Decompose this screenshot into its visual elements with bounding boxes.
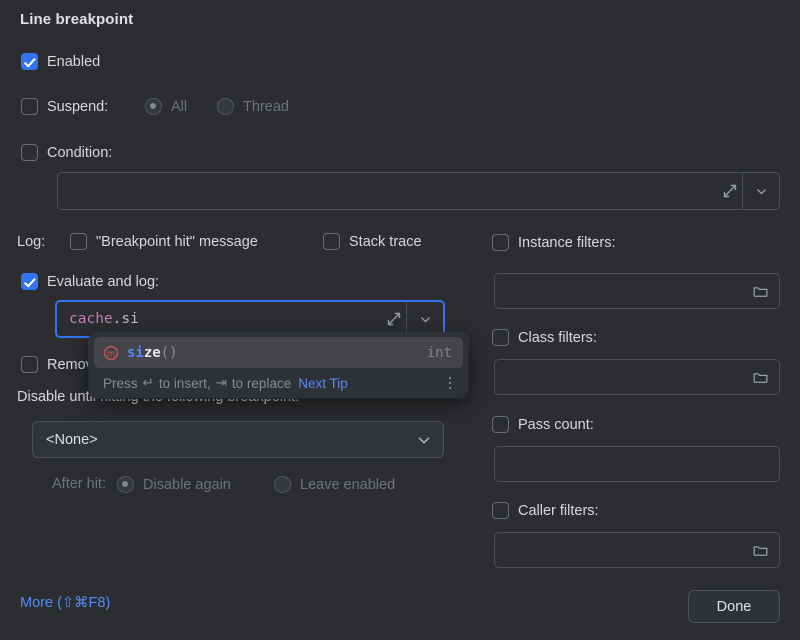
class-filters-checkbox[interactable] <box>492 329 509 346</box>
enabled-label: Enabled <box>47 54 100 70</box>
caller-filters-input[interactable] <box>494 532 780 568</box>
instance-filters-folder-icon[interactable] <box>750 281 770 301</box>
instance-filters-row[interactable]: Instance filters: <box>492 234 616 251</box>
done-button[interactable]: Done <box>688 590 780 623</box>
remove-once-hit-checkbox[interactable] <box>21 356 38 373</box>
instance-filters-input[interactable] <box>494 273 780 309</box>
condition-label: Condition: <box>47 145 112 161</box>
condition-input[interactable] <box>57 172 780 210</box>
pass-count-input[interactable] <box>494 446 780 482</box>
condition-row[interactable]: Condition: <box>21 144 112 161</box>
stack-trace-checkbox[interactable] <box>323 233 340 250</box>
suspend-checkbox[interactable] <box>21 98 38 115</box>
evaluate-and-log-label: Evaluate and log: <box>47 274 159 290</box>
expression-object-token: cache <box>69 311 113 327</box>
caller-filters-folder-icon[interactable] <box>750 540 770 560</box>
autocomplete-item-size[interactable]: m size () int <box>94 337 463 368</box>
expression-dropdown-chevron-down-icon[interactable] <box>406 302 443 336</box>
after-hit-label: After hit: <box>52 476 106 492</box>
breakpoint-hit-message-label: "Breakpoint hit" message <box>96 234 258 250</box>
autocomplete-match-prefix: si <box>127 345 144 361</box>
caller-filters-label: Caller filters: <box>518 503 599 519</box>
log-label: Log: <box>17 234 45 250</box>
instance-filters-label: Instance filters: <box>518 235 616 251</box>
pass-count-label: Pass count: <box>518 417 594 433</box>
breakpoint-settings-dialog: Line breakpoint Enabled Suspend: All Thr… <box>0 0 800 640</box>
stack-trace-label: Stack trace <box>349 234 422 250</box>
stack-trace-row[interactable]: Stack trace <box>323 233 422 250</box>
suspend-thread-radio-row[interactable]: Thread <box>217 98 289 115</box>
suspend-all-label: All <box>171 99 187 115</box>
autocomplete-replace-key-icon: ⇥ <box>216 375 227 391</box>
autocomplete-hint-middle: to insert, <box>159 376 211 391</box>
svg-text:m: m <box>107 349 115 359</box>
autocomplete-item-name: size <box>127 345 161 361</box>
disable-until-dropdown[interactable]: <None> <box>32 421 444 458</box>
suspend-all-radio[interactable] <box>145 98 162 115</box>
autocomplete-hint-suffix: to replace <box>232 376 291 391</box>
more-options-icon[interactable] <box>442 375 458 391</box>
autocomplete-item-return-type: int <box>427 345 452 361</box>
next-tip-link[interactable]: Next Tip <box>298 376 348 391</box>
class-filters-input[interactable] <box>494 359 780 395</box>
after-hit-leave-enabled-radio[interactable] <box>274 476 291 493</box>
disable-until-chevron-down-icon[interactable] <box>416 432 432 448</box>
disable-until-selected-value: <None> <box>46 432 98 448</box>
suspend-all-radio-row[interactable]: All <box>145 98 187 115</box>
log-label-wrap: Log: <box>17 234 45 250</box>
more-link[interactable]: More (⇧⌘F8) <box>20 595 110 611</box>
autocomplete-item-signature: () <box>161 345 178 361</box>
condition-checkbox[interactable] <box>21 144 38 161</box>
after-hit-disable-again-row[interactable]: Disable again <box>117 476 231 493</box>
after-hit-disable-again-radio[interactable] <box>117 476 134 493</box>
suspend-label: Suspend: <box>47 99 108 115</box>
enabled-checkbox[interactable] <box>21 53 38 70</box>
autocomplete-hint-prefix: Press <box>103 376 138 391</box>
autocomplete-name-rest: ze <box>144 345 161 361</box>
suspend-thread-label: Thread <box>243 99 289 115</box>
breakpoint-hit-message-checkbox[interactable] <box>70 233 87 250</box>
page-title: Line breakpoint <box>20 11 133 28</box>
caller-filters-checkbox[interactable] <box>492 502 509 519</box>
expression-expand-diagonal-icon[interactable] <box>383 308 405 330</box>
after-hit-disable-again-label: Disable again <box>143 477 231 493</box>
class-filters-row[interactable]: Class filters: <box>492 329 597 346</box>
autocomplete-footer: Press ↵ to insert, ⇥ to replace Next Tip <box>89 368 468 398</box>
pass-count-row[interactable]: Pass count: <box>492 416 594 433</box>
pass-count-checkbox[interactable] <box>492 416 509 433</box>
suspend-thread-radio[interactable] <box>217 98 234 115</box>
expand-diagonal-icon[interactable] <box>719 180 741 202</box>
after-hit-leave-enabled-row[interactable]: Leave enabled <box>274 476 395 493</box>
after-hit-leave-enabled-label: Leave enabled <box>300 477 395 493</box>
evaluate-expression-value: cache.si <box>69 311 139 327</box>
class-filters-label: Class filters: <box>518 330 597 346</box>
suspend-row[interactable]: Suspend: <box>21 98 108 115</box>
method-icon: m <box>103 345 119 361</box>
after-hit-label-wrap: After hit: <box>52 476 106 492</box>
condition-dropdown-chevron-down-icon[interactable] <box>742 173 779 209</box>
evaluate-and-log-row[interactable]: Evaluate and log: <box>21 273 159 290</box>
autocomplete-popup[interactable]: m size () int Press ↵ to insert, ⇥ to re… <box>89 333 468 398</box>
caller-filters-row[interactable]: Caller filters: <box>492 502 599 519</box>
breakpoint-hit-message-row[interactable]: "Breakpoint hit" message <box>70 233 258 250</box>
enabled-checkbox-row[interactable]: Enabled <box>21 53 100 70</box>
expression-member-token: si <box>121 311 138 327</box>
class-filters-folder-icon[interactable] <box>750 367 770 387</box>
autocomplete-insert-key-icon: ↵ <box>143 375 154 391</box>
instance-filters-checkbox[interactable] <box>492 234 509 251</box>
evaluate-and-log-checkbox[interactable] <box>21 273 38 290</box>
